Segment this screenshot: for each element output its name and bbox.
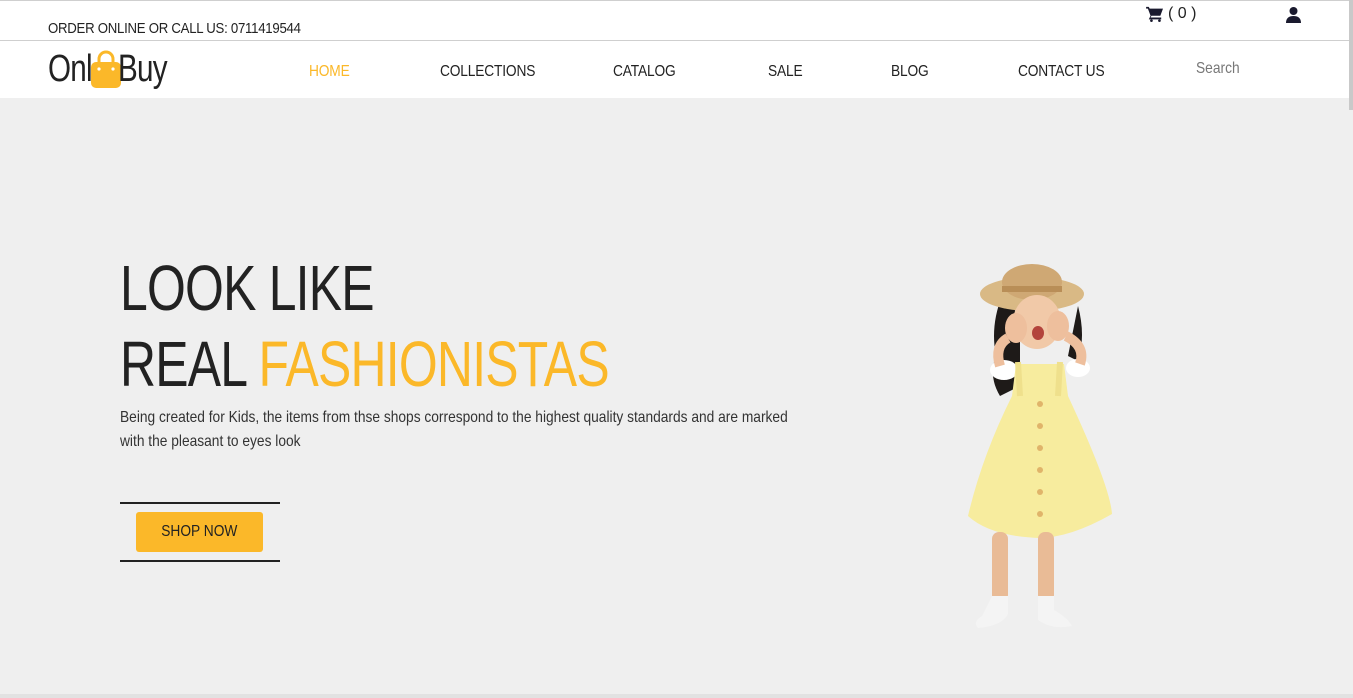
search-input[interactable] — [1196, 60, 1308, 78]
hero-girl-image — [968, 264, 1112, 628]
shop-now-label: SHOP NOW — [161, 523, 238, 540]
logo-text-left: Onl — [48, 47, 93, 90]
hero-description: Being created for Kids, the items from t… — [120, 409, 788, 450]
hero-line-2-accent: FASHIONISTAS — [258, 328, 610, 400]
nav-blog[interactable]: BLOG — [891, 63, 929, 81]
scrollbar-thumb[interactable] — [1349, 0, 1353, 110]
hero-headline: LOOK LIKE REAL FASHIONISTAS — [120, 250, 610, 402]
nav-catalog[interactable]: CATALOG — [613, 63, 676, 81]
logo[interactable]: Onl Buy — [48, 47, 181, 91]
hero-line-1: LOOK LIKE — [120, 252, 375, 324]
bottom-divider — [0, 694, 1353, 698]
nav-collections[interactable]: COLLECTIONS — [440, 63, 535, 81]
user-icon[interactable] — [1286, 7, 1301, 23]
hero-line-2-plain: REAL — [120, 328, 259, 400]
hero-section: LOOK LIKE REAL FASHIONISTAS Being create… — [0, 98, 1353, 698]
cart-button[interactable]: ( 0 ) — [1146, 5, 1196, 23]
nav-home[interactable]: HOME — [309, 63, 350, 81]
shop-now-frame: SHOP NOW — [120, 502, 280, 562]
main-nav: Onl Buy HOME COLLECTIONS CATALOG SALE BL… — [0, 42, 1353, 98]
top-bar: ORDER ONLINE OR CALL US: 0711419544 ( 0 … — [0, 0, 1353, 41]
nav-contact-us[interactable]: CONTACT US — [1018, 63, 1105, 81]
logo-text-right: Buy — [118, 47, 168, 90]
shop-now-button[interactable]: SHOP NOW — [136, 512, 263, 552]
cart-count: ( 0 ) — [1168, 5, 1197, 22]
cart-icon — [1146, 6, 1163, 22]
order-contact-text: ORDER ONLINE OR CALL US: 0711419544 — [48, 20, 301, 37]
nav-sale[interactable]: SALE — [768, 63, 803, 81]
